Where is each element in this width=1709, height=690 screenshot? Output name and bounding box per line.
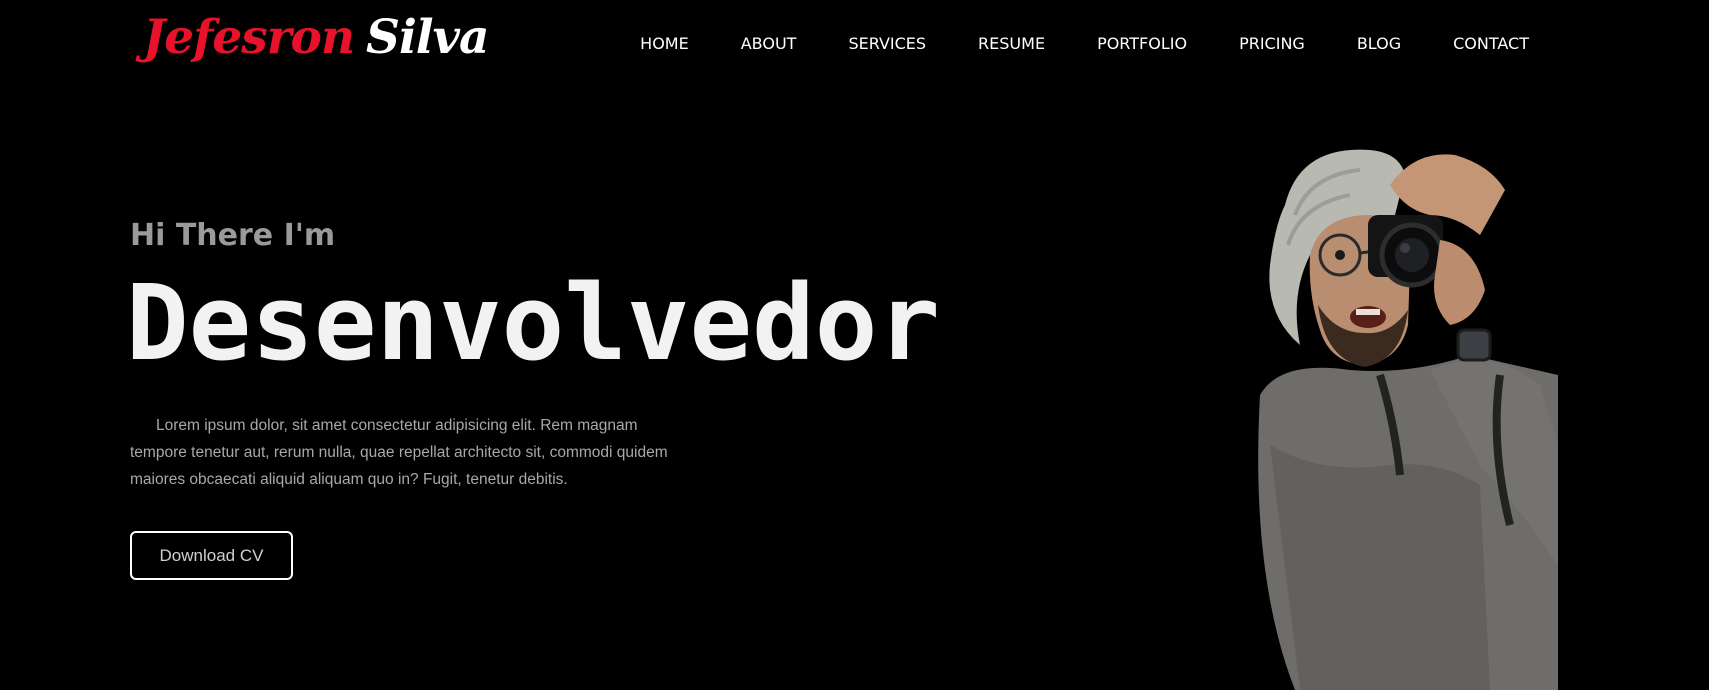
main-nav: HOME ABOUT SERVICES RESUME PORTFOLIO PRI… xyxy=(614,28,1529,60)
nav-pricing[interactable]: PRICING xyxy=(1213,28,1331,60)
nav-blog[interactable]: BLOG xyxy=(1331,28,1427,60)
download-cv-button[interactable]: Download CV xyxy=(130,531,293,580)
nav-about[interactable]: ABOUT xyxy=(715,28,823,60)
logo-last-name: Silva xyxy=(366,10,489,65)
portrait-image xyxy=(1240,145,1560,690)
nav-portfolio[interactable]: PORTFOLIO xyxy=(1071,28,1213,60)
nav-resume[interactable]: RESUME xyxy=(952,28,1071,60)
hero-greeting: Hi There I'm xyxy=(130,218,336,253)
nav-services[interactable]: SERVICES xyxy=(822,28,952,60)
logo-first-name: Jefesron xyxy=(143,10,355,65)
nav-contact[interactable]: CONTACT xyxy=(1427,28,1529,60)
hero-intro: Lorem ipsum dolor, sit amet consectetur … xyxy=(130,417,668,488)
site-logo[interactable]: Jefesron Silva xyxy=(143,10,489,80)
hero-headline: Desenvolvedor xyxy=(126,262,940,384)
nav-home[interactable]: HOME xyxy=(614,28,715,60)
